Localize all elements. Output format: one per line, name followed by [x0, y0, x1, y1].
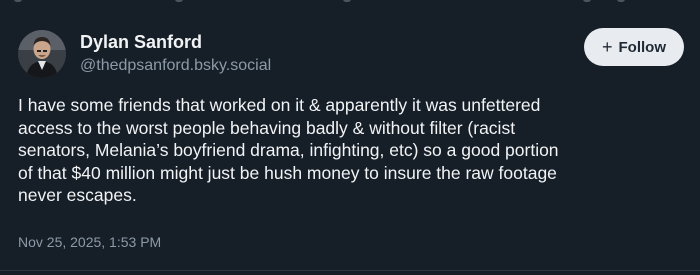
- author-display-name[interactable]: Dylan Sanford: [80, 32, 202, 53]
- post-text-line: access to the worst people behaving badl…: [18, 117, 516, 138]
- plus-icon: +: [601, 36, 613, 57]
- post-text-line: never escapes.: [18, 185, 137, 205]
- post-text-line: senators, Melania’s boyfriend drama, inf…: [18, 140, 559, 160]
- post-text-line: of that $40 million might just be hush m…: [18, 162, 557, 183]
- author-handle[interactable]: @thedpsanford.bsky.social: [80, 57, 271, 75]
- avatar[interactable]: [18, 30, 66, 78]
- post-timestamp[interactable]: Nov 25, 2025, 1:53 PM: [18, 234, 161, 250]
- share-icon[interactable]: [583, 0, 591, 2]
- reply-icon[interactable]: [14, 0, 22, 2]
- more-icon[interactable]: [617, 0, 625, 2]
- follow-button[interactable]: + Follow: [584, 28, 684, 66]
- previous-post-actions-edge: [0, 0, 700, 8]
- post-thread-view: Dylan Sanford @thedpsanford.bsky.social …: [0, 0, 700, 275]
- follow-button-label: Follow: [618, 38, 667, 56]
- person-avatar-icon: [18, 30, 66, 78]
- divider: [0, 270, 700, 271]
- like-icon[interactable]: [343, 0, 351, 2]
- repost-icon[interactable]: [175, 0, 183, 2]
- post-text-line: I have some friends that worked on it & …: [18, 95, 541, 115]
- post-text: I have some friends that worked on it & …: [18, 94, 682, 207]
